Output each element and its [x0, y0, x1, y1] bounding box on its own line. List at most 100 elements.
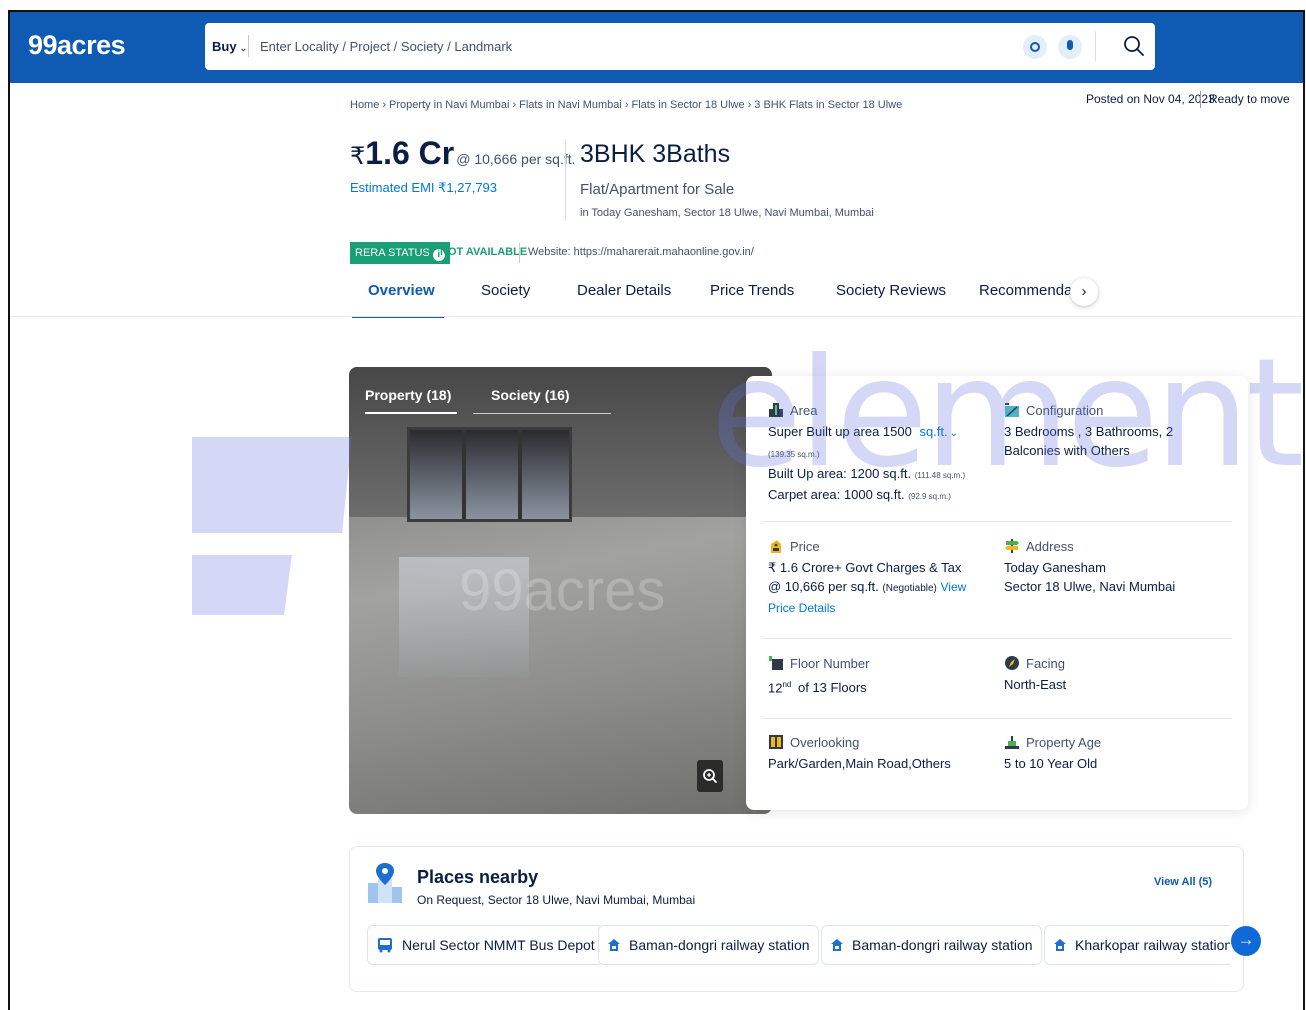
- overlooking-label: Overlooking: [790, 734, 860, 750]
- search-input[interactable]: Enter Locality / Project / Society / Lan…: [260, 39, 512, 54]
- detail-overlooking: Overlooking Park/Garden,Main Road,Others: [768, 734, 988, 773]
- place-name: Baman-dongri railway station: [629, 937, 810, 953]
- chevron-down-icon: ⌄: [239, 43, 248, 53]
- photo-gallery[interactable]: Property (18) Society (16) 99acres: [349, 367, 772, 814]
- gallery-active-indicator: [365, 412, 457, 414]
- price-tag-icon: [771, 540, 781, 553]
- divider: [1200, 91, 1201, 108]
- estimated-emi-link[interactable]: Estimated EMI ₹1,27,793: [350, 180, 497, 196]
- place-chip[interactable]: Kharkopar railway station: [1044, 925, 1230, 965]
- area-icon: [769, 403, 783, 417]
- compass-icon: [1005, 656, 1019, 670]
- built-up-sqm: (111.48 sq.m.): [914, 471, 966, 480]
- property-details-card: Area Super Built up area 1500 sq.ft. ⌄ (1…: [746, 376, 1248, 810]
- price-per-sqft-detail: @ 10,666 per sq.ft.: [768, 579, 879, 594]
- carpet-area: Carpet area: 1000 sq.ft.: [768, 487, 905, 502]
- divider: [519, 243, 520, 263]
- price-amount: 1.6 Cr: [365, 135, 455, 171]
- buy-dropdown[interactable]: Buy ⌄: [212, 39, 247, 54]
- property-type: Flat/Apartment for Sale: [580, 181, 735, 198]
- price-label: Price: [790, 538, 820, 554]
- super-built-up-area: Super Built up area 1500: [768, 424, 912, 439]
- posted-date: Posted on Nov 04, 2023: [1086, 92, 1215, 106]
- price-per-sqft: @ 10,666 per sq.ft.: [456, 151, 576, 167]
- tab-overview[interactable]: Overview: [368, 282, 435, 299]
- place-chip[interactable]: Baman-dongri railway station: [598, 925, 819, 965]
- photo-window: [407, 427, 572, 522]
- negotiable-label: (Negotiable): [882, 583, 937, 594]
- floor-label: Floor Number: [790, 655, 870, 671]
- train-icon: [608, 939, 620, 951]
- property-title: 3BHK 3Baths: [580, 140, 731, 168]
- train-icon: [1054, 939, 1066, 951]
- divider: [762, 718, 1232, 719]
- price-block: ₹1.6 Cr @ 10,666 per sq.ft.: [350, 135, 576, 172]
- facing-label: Facing: [1026, 655, 1066, 671]
- top-header: 99acres Buy ⌄ Enter Locality / Project / …: [10, 12, 1303, 83]
- gallery-tab-property[interactable]: Property (18): [365, 387, 451, 403]
- search-icon[interactable]: [1120, 32, 1148, 60]
- address-label: Address: [1026, 538, 1074, 554]
- place-chip[interactable]: Nerul Sector NMMT Bus Depot: [367, 925, 604, 965]
- floor-icon: [769, 656, 783, 670]
- building-age-icon: [1005, 736, 1019, 749]
- floor-suffix: nd: [782, 680, 792, 689]
- location-icon[interactable]: [1023, 35, 1047, 59]
- built-up-area: Built Up area: 1200 sq.ft.: [768, 466, 912, 481]
- divider: [10, 316, 1303, 317]
- detail-property-age: Property Age 5 to 10 Year Old: [1004, 734, 1224, 773]
- chevron-right-icon[interactable]: ›: [1070, 278, 1098, 306]
- arrow-right-icon[interactable]: →: [1231, 926, 1261, 956]
- area-label: Area: [790, 402, 818, 418]
- detail-configuration: Configuration 3 Bedrooms , 3 Bathrooms, …: [1004, 402, 1229, 460]
- signpost-icon: [1005, 539, 1019, 553]
- rera-status-badge: RERA STATUS i: [350, 242, 450, 264]
- breadcrumb-item[interactable]: 3 BHK Flats in Sector 18 Ulwe: [754, 99, 902, 111]
- divider: [762, 638, 1232, 639]
- logo[interactable]: 99acres: [28, 30, 126, 61]
- buy-label: Buy: [212, 39, 237, 54]
- rera-website: Website: https://maharerait.mahaonline.g…: [528, 246, 754, 258]
- photo-watermark: 99acres: [459, 558, 666, 623]
- tab-society-reviews[interactable]: Society Reviews: [836, 282, 946, 299]
- unit-selector[interactable]: sq.ft.: [919, 424, 947, 439]
- property-location: in Today Ganesham, Sector 18 Ulwe, Navi …: [580, 207, 874, 219]
- zoom-icon[interactable]: [697, 760, 723, 792]
- bus-icon: [378, 938, 392, 953]
- places-subtitle: On Request, Sector 18 Ulwe, Navi Mumbai,…: [417, 893, 696, 907]
- place-chip[interactable]: Baman-dongri railway station: [821, 925, 1042, 965]
- configuration-label: Configuration: [1026, 402, 1104, 418]
- place-name: Nerul Sector NMMT Bus Depot: [402, 937, 595, 953]
- view-all-link[interactable]: View All (5): [1154, 876, 1212, 888]
- property-age-label: Property Age: [1026, 734, 1102, 750]
- breadcrumb-item[interactable]: Property in Navi Mumbai: [389, 99, 509, 111]
- rera-label: RERA STATUS: [355, 247, 430, 259]
- rupee-symbol: ₹: [350, 143, 366, 170]
- address-line2: Sector 18 Ulwe, Navi Mumbai: [1004, 579, 1176, 594]
- gallery-tab-underline: [473, 413, 611, 414]
- tab-dealer-details[interactable]: Dealer Details: [577, 282, 671, 299]
- detail-floor: Floor Number 12nd of 13 Floors: [768, 655, 988, 697]
- map-pin-building-icon: [366, 861, 404, 903]
- browser-frame: 99acres Buy ⌄ Enter Locality / Project / …: [8, 10, 1305, 1010]
- microphone-icon[interactable]: [1058, 35, 1082, 59]
- breadcrumb-item[interactable]: Flats in Navi Mumbai: [519, 99, 622, 111]
- place-name: Baman-dongri railway station: [852, 937, 1033, 953]
- detail-area: Area Super Built up area 1500 sq.ft. ⌄ (1…: [768, 402, 988, 506]
- property-age-value: 5 to 10 Year Old: [1004, 756, 1098, 771]
- divider: [565, 139, 566, 221]
- gallery-tab-society[interactable]: Society (16): [491, 387, 570, 403]
- super-built-up-sqm: (139.35 sq.m.): [768, 450, 820, 459]
- price-total: ₹ 1.6 Crore+ Govt Charges & Tax: [768, 560, 962, 575]
- places-title: Places nearby: [417, 867, 539, 887]
- divider: [248, 35, 249, 57]
- tab-price-trends[interactable]: Price Trends: [710, 282, 794, 299]
- search-bar[interactable]: Buy ⌄ Enter Locality / Project / Society …: [205, 23, 1155, 70]
- breadcrumb-separator: ›: [512, 99, 517, 111]
- rera-status-value: NOT AVAILABLE: [440, 246, 528, 258]
- tab-society[interactable]: Society: [481, 282, 530, 299]
- breadcrumb-item[interactable]: Home: [350, 99, 379, 111]
- detail-address: Address Today Ganesham Sector 18 Ulwe, Na…: [1004, 538, 1224, 596]
- chevron-down-icon[interactable]: ⌄: [950, 428, 958, 439]
- breadcrumb-item[interactable]: Flats in Sector 18 Ulwe: [632, 99, 745, 111]
